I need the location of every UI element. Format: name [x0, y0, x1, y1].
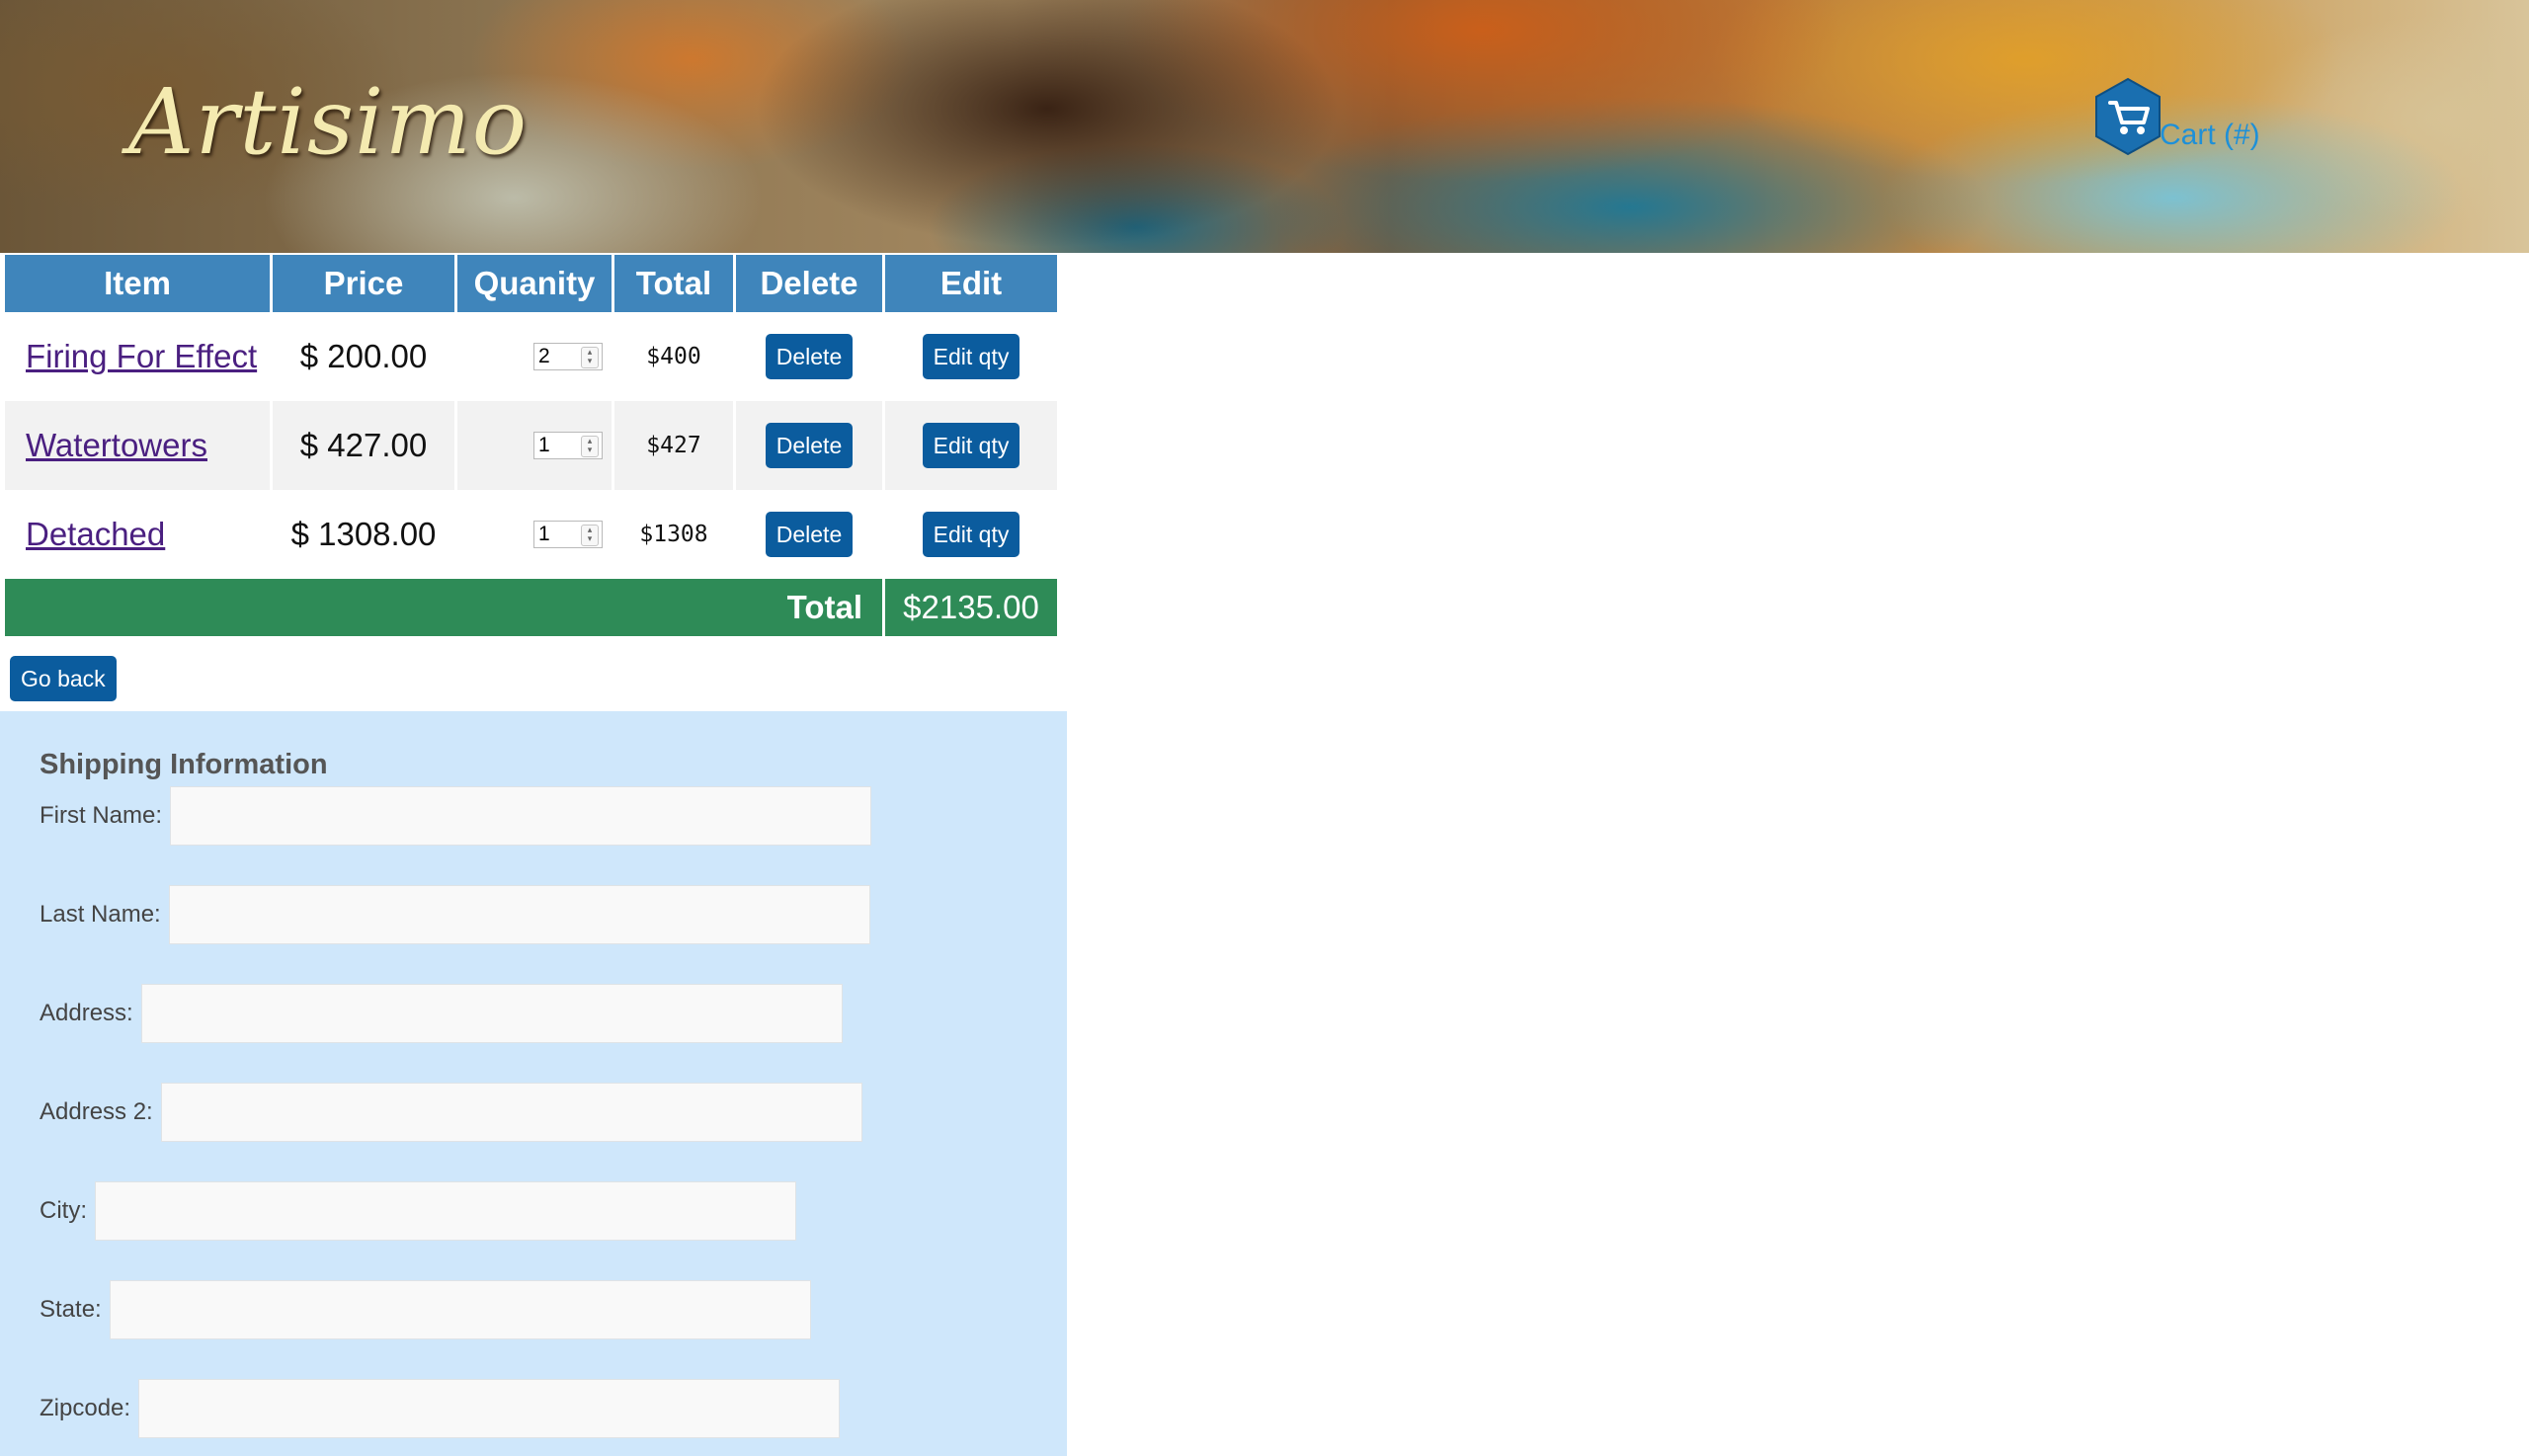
item-link[interactable]: Watertowers	[5, 427, 270, 464]
edit-qty-button[interactable]: Edit qty	[922, 334, 1020, 379]
address2-field[interactable]	[160, 1083, 862, 1142]
zipcode-field-row: Zipcode:	[40, 1379, 841, 1438]
quantity-cell: 1 ▴ ▾	[457, 490, 612, 579]
column-header-item: Item	[5, 255, 270, 312]
quantity-cell: 2 ▴ ▾	[457, 312, 612, 401]
edit-qty-button[interactable]: Edit qty	[922, 512, 1020, 557]
table-row: Firing For Effect $ 200.00 2 ▴ ▾ $400 Del…	[5, 312, 1057, 401]
delete-button[interactable]: Delete	[765, 334, 854, 379]
shipping-title: Shipping Information	[40, 749, 328, 780]
line-total-cell: $1308	[639, 522, 708, 547]
table-row: Detached $ 1308.00 1 ▴ ▾ $1308 Delete Edi…	[5, 490, 1057, 579]
spinner-arrows-icon[interactable]: ▴ ▾	[581, 347, 599, 368]
total-row: Total $2135.00	[5, 579, 1057, 636]
address-field-row: Address:	[40, 984, 843, 1043]
state-field-row: State:	[40, 1280, 811, 1339]
quantity-value: 1	[538, 434, 550, 456]
edit-cell: Edit qty	[885, 490, 1057, 579]
address2-label: Address 2:	[40, 1098, 153, 1125]
spinner-arrows-icon[interactable]: ▴ ▾	[581, 525, 599, 546]
brand-logo[interactable]: Artisimo	[128, 69, 528, 175]
item-cell: Firing For Effect	[5, 312, 270, 401]
price-cell: $ 427.00	[273, 401, 454, 490]
last-name-field[interactable]	[168, 885, 870, 944]
city-field[interactable]	[95, 1181, 796, 1241]
column-header-total: Total	[614, 255, 733, 312]
column-header-price: Price	[273, 255, 454, 312]
address2-field-row: Address 2:	[40, 1083, 862, 1142]
delete-cell: Delete	[736, 312, 882, 401]
price-cell: $ 1308.00	[290, 516, 437, 552]
item-cell: Watertowers	[5, 401, 270, 490]
quantity-value: 1	[538, 523, 550, 545]
quantity-cell: 1 ▴ ▾	[457, 401, 612, 490]
first-name-field[interactable]	[170, 786, 872, 846]
cart-widget[interactable]: Cart (#)	[2092, 77, 2260, 156]
price-cell: $ 200.00	[299, 338, 428, 374]
state-label: State:	[40, 1296, 102, 1323]
quantity-stepper[interactable]: 1 ▴ ▾	[533, 521, 603, 548]
state-field[interactable]	[109, 1280, 811, 1339]
column-header-quantity: Quanity	[457, 255, 612, 312]
total-value: $2135.00	[885, 579, 1057, 636]
first-name-field-row: First Name:	[40, 786, 872, 846]
header-banner: Artisimo Cart (#)	[0, 0, 2529, 253]
last-name-label: Last Name:	[40, 901, 161, 928]
quantity-value: 2	[538, 345, 550, 367]
item-link[interactable]: Firing For Effect	[5, 338, 270, 375]
city-field-row: City:	[40, 1181, 796, 1241]
shopping-cart-icon[interactable]	[2092, 77, 2163, 156]
edit-cell: Edit qty	[885, 312, 1057, 401]
quantity-stepper[interactable]: 1 ▴ ▾	[533, 432, 603, 459]
cart-table: Item Price Quanity Total Delete Edit Fir…	[2, 255, 1060, 636]
delete-cell: Delete	[736, 490, 882, 579]
address-label: Address:	[40, 1000, 133, 1026]
quantity-stepper[interactable]: 2 ▴ ▾	[533, 343, 603, 370]
zipcode-field[interactable]	[138, 1379, 841, 1438]
spinner-arrows-icon[interactable]: ▴ ▾	[581, 436, 599, 457]
column-header-edit: Edit	[885, 255, 1057, 312]
delete-button[interactable]: Delete	[765, 423, 854, 468]
shipping-form: Shipping Information First Name: Last Na…	[0, 711, 1067, 1456]
last-name-field-row: Last Name:	[40, 885, 870, 944]
city-label: City:	[40, 1197, 87, 1224]
edit-qty-button[interactable]: Edit qty	[922, 423, 1020, 468]
cart-link[interactable]: Cart (#)	[2160, 119, 2260, 152]
table-header-row: Item Price Quanity Total Delete Edit	[5, 255, 1057, 312]
first-name-label: First Name:	[40, 802, 163, 829]
delete-cell: Delete	[736, 401, 882, 490]
table-row: Watertowers $ 427.00 1 ▴ ▾ $427 Delete Ed…	[5, 401, 1057, 490]
go-back-button[interactable]: Go back	[10, 656, 117, 701]
edit-cell: Edit qty	[885, 401, 1057, 490]
column-header-delete: Delete	[736, 255, 882, 312]
address-field[interactable]	[140, 984, 843, 1043]
item-cell: Detached	[5, 490, 270, 579]
line-total-cell: $400	[646, 344, 701, 369]
item-link[interactable]: Detached	[5, 516, 270, 553]
line-total-cell: $427	[614, 401, 733, 490]
zipcode-label: Zipcode:	[40, 1395, 131, 1421]
total-label: Total	[5, 579, 882, 636]
delete-button[interactable]: Delete	[765, 512, 854, 557]
